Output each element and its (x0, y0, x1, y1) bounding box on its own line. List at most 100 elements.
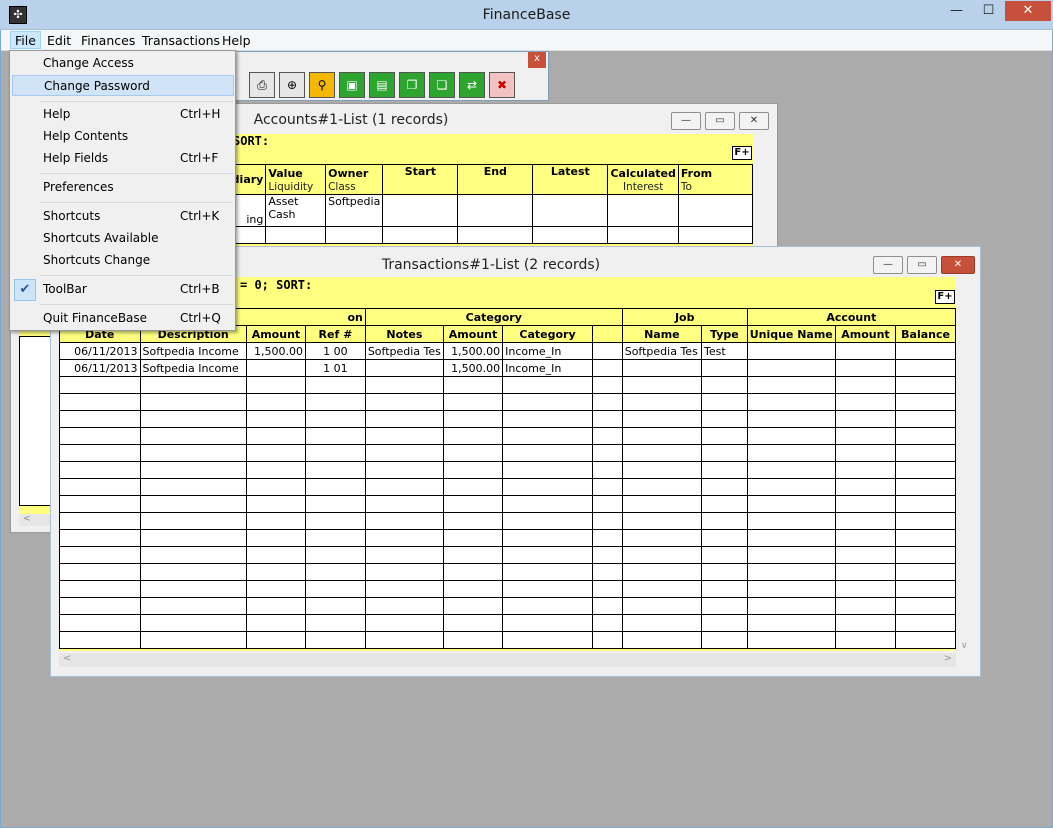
col-header-calculated[interactable]: Calculated Interest (607, 164, 679, 195)
table-cell (621, 359, 703, 377)
menu-item-change-access[interactable]: Change Access (12, 53, 234, 74)
accounts-minimize-button[interactable]: — (671, 112, 701, 130)
record-add-icon[interactable]: ▣ (339, 72, 365, 98)
menu-item-quit[interactable]: Quit FinanceBase Ctrl+Q (12, 308, 234, 329)
table-cell (59, 444, 141, 462)
menu-item-shortcuts-available[interactable]: Shortcuts Available (12, 228, 234, 249)
menu-edit[interactable]: Edit (43, 32, 75, 50)
menu-item-shortcuts[interactable]: Shortcuts Ctrl+K (12, 206, 234, 227)
table-row-empty[interactable] (59, 444, 956, 462)
record-copy-icon[interactable]: ❐ (399, 72, 425, 98)
menu-finances[interactable]: Finances (77, 32, 139, 50)
table-cell (364, 614, 444, 632)
column-header[interactable]: Type (701, 325, 748, 343)
transactions-maximize-button[interactable]: ▭ (907, 256, 937, 274)
table-cell (591, 478, 623, 496)
table-cell (591, 512, 623, 530)
col-header-start[interactable]: Start (382, 164, 459, 195)
toolbar-close-button[interactable]: x (528, 52, 546, 68)
menu-help[interactable]: Help (218, 32, 255, 50)
table-row-empty[interactable] (59, 393, 956, 411)
table-row-empty[interactable] (59, 529, 956, 547)
table-row-empty[interactable] (59, 614, 956, 632)
record-export-icon[interactable]: ⇄ (459, 72, 485, 98)
table-cell (895, 512, 956, 530)
transactions-vscroll[interactable]: ∨ (958, 307, 972, 651)
transactions-fplus-button[interactable]: F+ (935, 290, 955, 304)
table-row-empty[interactable] (59, 546, 956, 564)
column-header[interactable]: Name (621, 325, 703, 343)
record-delete-icon[interactable]: ✖ (489, 72, 515, 98)
transactions-close-button[interactable]: ✕ (941, 256, 975, 274)
accounts-fplus-button[interactable]: F+ (732, 146, 752, 160)
col-header-latest[interactable]: Latest (532, 164, 609, 195)
maximize-button[interactable]: ☐ (975, 1, 1002, 21)
table-cell (591, 563, 623, 581)
table-cell (746, 444, 836, 462)
table-row-empty[interactable] (59, 461, 956, 479)
table-cell (442, 410, 504, 428)
table-row-empty[interactable] (59, 597, 956, 615)
file-menu-dropdown: Change Access Change Password Help Ctrl+H… (9, 50, 236, 331)
column-header[interactable]: Amount (245, 325, 307, 343)
close-button[interactable]: ✕ (1005, 1, 1051, 21)
table-row[interactable]: 06/11/2013 Softpedia Income 1,500.00 1 00 So… (59, 342, 956, 360)
accounts-maximize-button[interactable]: ▭ (705, 112, 735, 130)
col-header-value[interactable]: Value Liquidity (265, 164, 327, 195)
menu-item-help-fields[interactable]: Help Fields Ctrl+F (12, 148, 234, 169)
record-sort-icon[interactable]: ▤ (369, 72, 395, 98)
print-icon[interactable]: ⎙ (249, 72, 275, 98)
menu-item-change-password[interactable]: Change Password (12, 75, 234, 96)
menu-item-toolbar[interactable]: ToolBar Ctrl+B (12, 279, 234, 300)
column-header[interactable]: Amount (442, 325, 504, 343)
table-row-empty[interactable] (59, 495, 956, 513)
table-cell (591, 461, 623, 479)
transactions-hscroll[interactable]: < > (59, 653, 956, 667)
table-cell (59, 563, 141, 581)
menu-item-shortcuts-change[interactable]: Shortcuts Change (12, 250, 234, 271)
table-cell (591, 376, 623, 394)
column-header[interactable]: Ref # (305, 325, 366, 343)
target-icon[interactable]: ⊕ (279, 72, 305, 98)
table-cell (895, 495, 956, 513)
table-row-empty[interactable] (59, 512, 956, 530)
table-cell (59, 410, 141, 428)
table-cell (834, 359, 897, 377)
table-cell (364, 376, 444, 394)
transactions-minimize-button[interactable]: — (873, 256, 903, 274)
search-icon[interactable]: ⚲ (309, 72, 335, 98)
col-header-end[interactable]: End (457, 164, 534, 195)
menu-item-help-contents[interactable]: Help Contents (12, 126, 234, 147)
column-header[interactable]: Category (502, 325, 593, 343)
table-row-empty[interactable] (59, 631, 956, 649)
minimize-button[interactable]: — (943, 1, 970, 21)
menu-transactions[interactable]: Transactions (138, 32, 224, 50)
table-cell (442, 614, 504, 632)
table-row[interactable]: 06/11/2013 Softpedia Income 1 01 1,500.00 In… (59, 359, 956, 377)
table-cell (701, 359, 748, 377)
table-row-empty[interactable] (59, 580, 956, 598)
column-header[interactable]: Unique Name (746, 325, 836, 343)
table-cell (746, 614, 836, 632)
record-move-icon[interactable]: ❏ (429, 72, 455, 98)
table-row-empty[interactable] (59, 410, 956, 428)
table-cell (834, 529, 897, 547)
table-row-empty[interactable] (59, 376, 956, 394)
table-row-empty[interactable] (59, 478, 956, 496)
table-cell (834, 597, 897, 615)
table-row-empty[interactable] (59, 563, 956, 581)
table-row-empty[interactable] (59, 427, 956, 445)
menu-file[interactable]: File (10, 31, 41, 49)
table-cell (591, 495, 623, 513)
column-header[interactable]: Balance (895, 325, 956, 343)
accounts-close-button[interactable]: ✕ (739, 112, 769, 130)
menu-item-help[interactable]: Help Ctrl+H (12, 104, 234, 125)
transactions-table: on Category Job Account Date Description A… (59, 308, 957, 649)
menu-item-preferences[interactable]: Preferences (12, 177, 234, 198)
col-header-owner[interactable]: Owner Class (325, 164, 384, 195)
column-header[interactable]: Notes (364, 325, 444, 343)
col-header-from[interactable]: From To (677, 164, 754, 195)
column-header[interactable] (591, 325, 623, 343)
column-header[interactable]: Amount (834, 325, 897, 343)
table-cell (442, 376, 504, 394)
